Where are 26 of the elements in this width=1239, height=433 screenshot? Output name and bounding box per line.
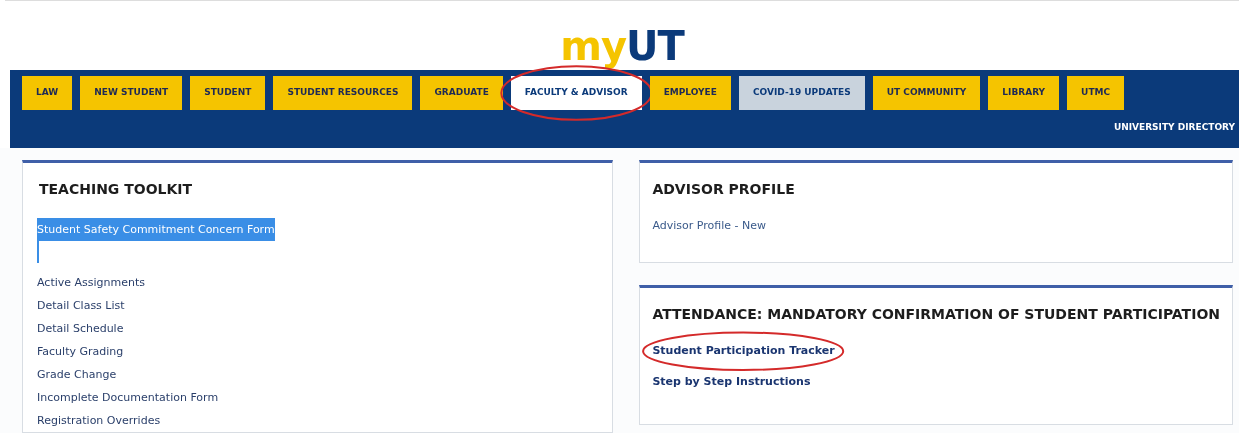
logo-text: UT: [626, 23, 684, 69]
nav-tab[interactable]: STUDENT RESOURCES: [273, 76, 413, 110]
nav-tab[interactable]: GRADUATE: [420, 76, 503, 110]
logo-text: my: [560, 23, 626, 69]
nav-tab[interactable]: LIBRARY: [988, 76, 1060, 110]
nav-tab[interactable]: FACULTY & ADVISOR: [510, 76, 642, 110]
toolkit-link[interactable]: Detail Class List: [37, 294, 125, 317]
attendance-link[interactable]: Step by Step Instructions: [652, 373, 811, 390]
nav-tab[interactable]: UT COMMUNITY: [872, 76, 981, 110]
toolkit-link[interactable]: Grade Change: [37, 363, 117, 386]
nav-tab[interactable]: UTMC: [1067, 76, 1125, 110]
toolkit-link[interactable]: Registration Overrides: [37, 409, 161, 432]
nav-tab[interactable]: LAW: [22, 76, 73, 110]
toolkit-link[interactable]: Active Assignments: [37, 271, 146, 294]
panel-title: ATTENDANCE: MANDATORY CONFIRMATION OF STUDENT PARTICIPATION: [652, 305, 1220, 324]
panel-title: ADVISOR PROFILE: [652, 180, 795, 199]
toolkit-link[interactable]: Faculty Grading: [37, 340, 124, 363]
directory-link[interactable]: UNIVERSITY DIRECTORY: [1113, 121, 1235, 135]
panel-title: TEACHING TOOLKIT: [39, 180, 193, 199]
nav-tab[interactable]: COVID-19 UPDATES: [738, 76, 865, 110]
nav-tab[interactable]: EMPLOYEE: [649, 76, 731, 110]
nav-tab[interactable]: NEW STUDENT: [80, 76, 183, 110]
nav-tab[interactable]: STUDENT: [190, 76, 266, 110]
profile-link[interactable]: Advisor Profile - New: [652, 218, 766, 235]
toolkit-link[interactable]: Detail Schedule: [37, 317, 124, 340]
toolkit-link[interactable]: Incomplete Documentation Form: [37, 386, 219, 409]
